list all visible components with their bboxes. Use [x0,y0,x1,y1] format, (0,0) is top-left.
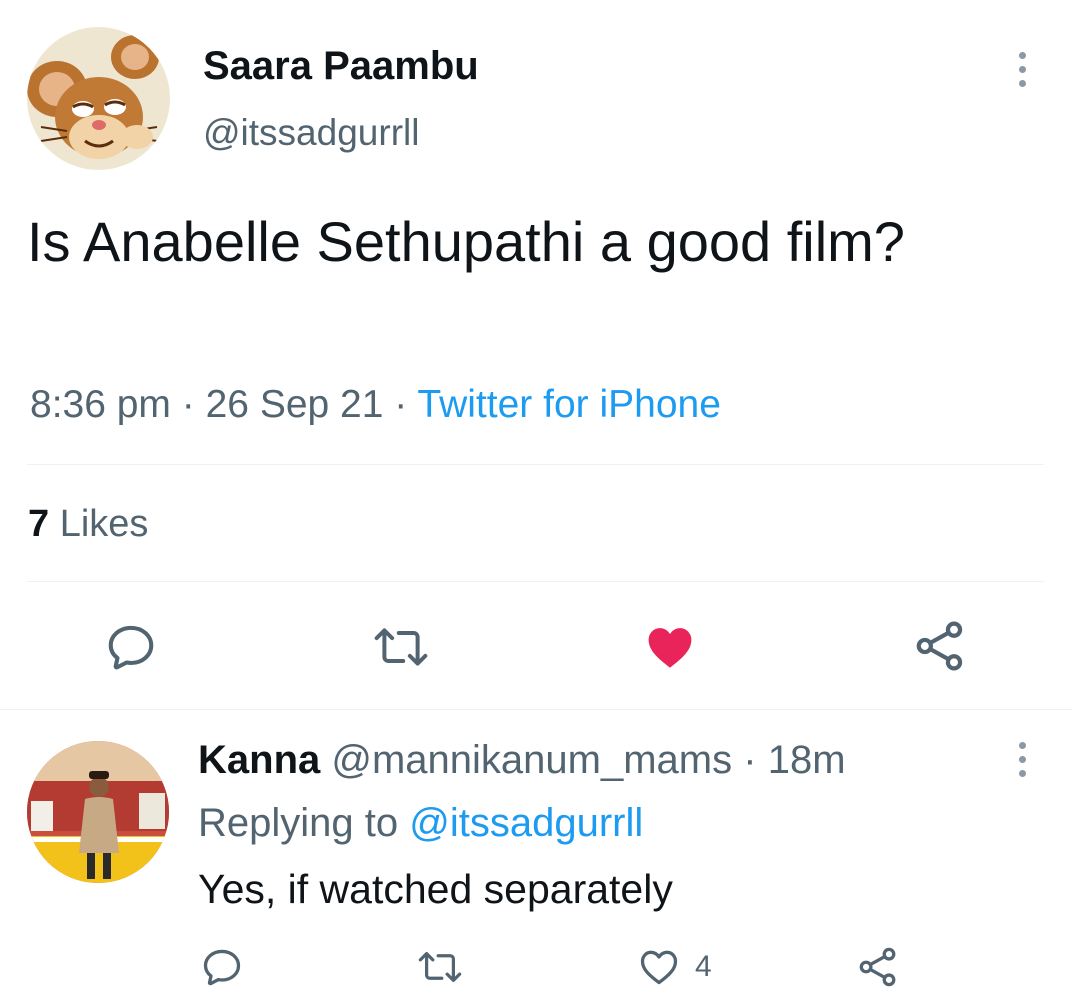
reply-like-count: 4 [695,950,712,983]
reply-header: Kanna @mannikanum_mams · 18m [198,735,846,785]
replying-label: Replying to [198,801,399,845]
divider [27,581,1044,582]
retweet-icon [374,628,428,666]
divider [27,464,1044,465]
cartoon-mouse-avatar-icon [27,27,170,170]
likes-count[interactable]: 7 Likes [28,500,148,548]
replying-mention[interactable]: @itssadgurrll [409,801,643,845]
share-icon [916,621,963,671]
tweet-text: Is Anabelle Sethupathi a good film? [27,210,905,273]
reply-age[interactable]: 18m [768,738,846,782]
reply-author-name[interactable]: Kanna [198,738,320,782]
reply-button[interactable] [104,620,158,674]
tweet-meta: 8:36 pm · 26 Sep 21 · Twitter for iPhone [30,380,721,430]
meta-separator: · [394,383,408,426]
reply-author-handle[interactable]: @mannikanum_mams [331,738,732,782]
tweet-source[interactable]: Twitter for iPhone [417,383,720,426]
replying-to: Replying to @itssadgurrll [198,798,643,848]
retweet-icon [418,952,462,982]
author-avatar[interactable] [27,27,170,170]
meta-separator: · [743,738,757,782]
reply-icon [108,625,154,670]
reply-retweet-button[interactable] [415,945,465,989]
like-button[interactable] [643,620,697,674]
reply-reply-button[interactable] [200,945,244,989]
heart-outline-icon [640,950,678,985]
reply-share-button[interactable] [856,945,900,989]
tweet-time[interactable]: 8:36 pm [30,383,171,426]
reply-author-avatar[interactable] [27,741,169,883]
reply-text: Yes, if watched separately [198,866,673,912]
meta-separator: · [181,383,195,426]
share-button[interactable] [912,618,968,674]
likes-number: 7 [28,503,50,545]
reply-icon [203,949,241,986]
retweet-button[interactable] [370,620,432,674]
share-icon [859,947,896,987]
likes-label: Likes [59,503,149,545]
author-name[interactable]: Saara Paambu [203,42,479,90]
reply-like-button[interactable]: 4 [637,945,712,989]
divider [0,709,1072,710]
heart-filled-icon [648,628,692,668]
tweet-date[interactable]: 26 Sep 21 [206,383,384,426]
more-options-icon[interactable] [1016,52,1028,87]
person-photo-avatar-icon [27,741,169,883]
reply-more-options-icon[interactable] [1016,742,1028,777]
author-handle[interactable]: @itssadgurrll [203,110,419,156]
